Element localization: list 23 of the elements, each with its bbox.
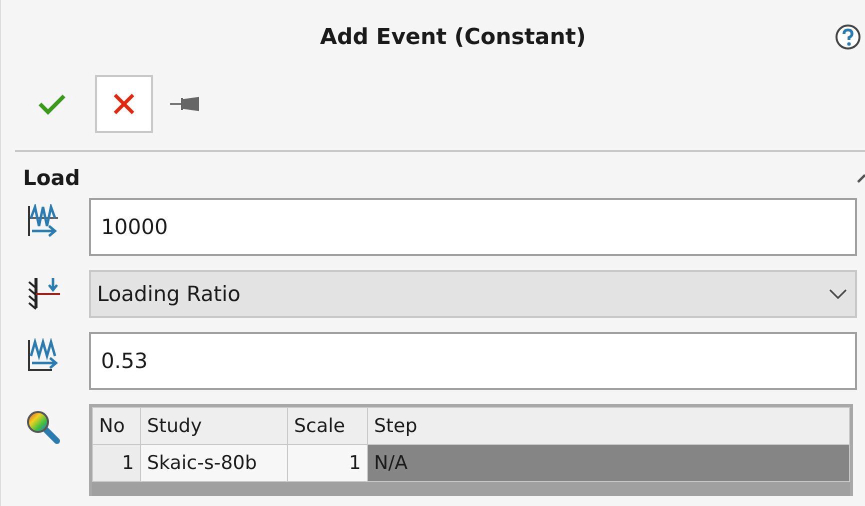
load-cycle-icon (26, 204, 60, 238)
column-header[interactable]: Scale (288, 408, 368, 444)
help-icon[interactable] (835, 24, 861, 50)
load-ratio-icon (26, 276, 60, 310)
cancel-button[interactable] (95, 75, 153, 133)
chevron-down-icon (829, 289, 847, 299)
pin-icon (170, 96, 200, 112)
checkmark-icon (38, 93, 66, 115)
column-header[interactable]: No (92, 408, 140, 444)
input-field[interactable]: 10000 (89, 198, 857, 256)
table-cell: N/A (368, 444, 850, 482)
panel-title: Add Event (Constant) (320, 24, 586, 50)
loading-dropdown[interactable]: Loading Ratio (89, 270, 857, 318)
table-cell: Skaic-s-80b (140, 444, 288, 482)
column-header[interactable]: Study (140, 408, 288, 444)
section-title: Load (23, 166, 80, 190)
magnifier-icon (26, 410, 60, 444)
table-cell: 1 (288, 444, 368, 482)
load-wave-icon (26, 338, 60, 372)
input-field[interactable]: 0.53 (89, 332, 857, 390)
column-header[interactable]: Step (368, 408, 850, 444)
close-icon (113, 93, 135, 115)
table-cell: 1 (92, 444, 140, 482)
